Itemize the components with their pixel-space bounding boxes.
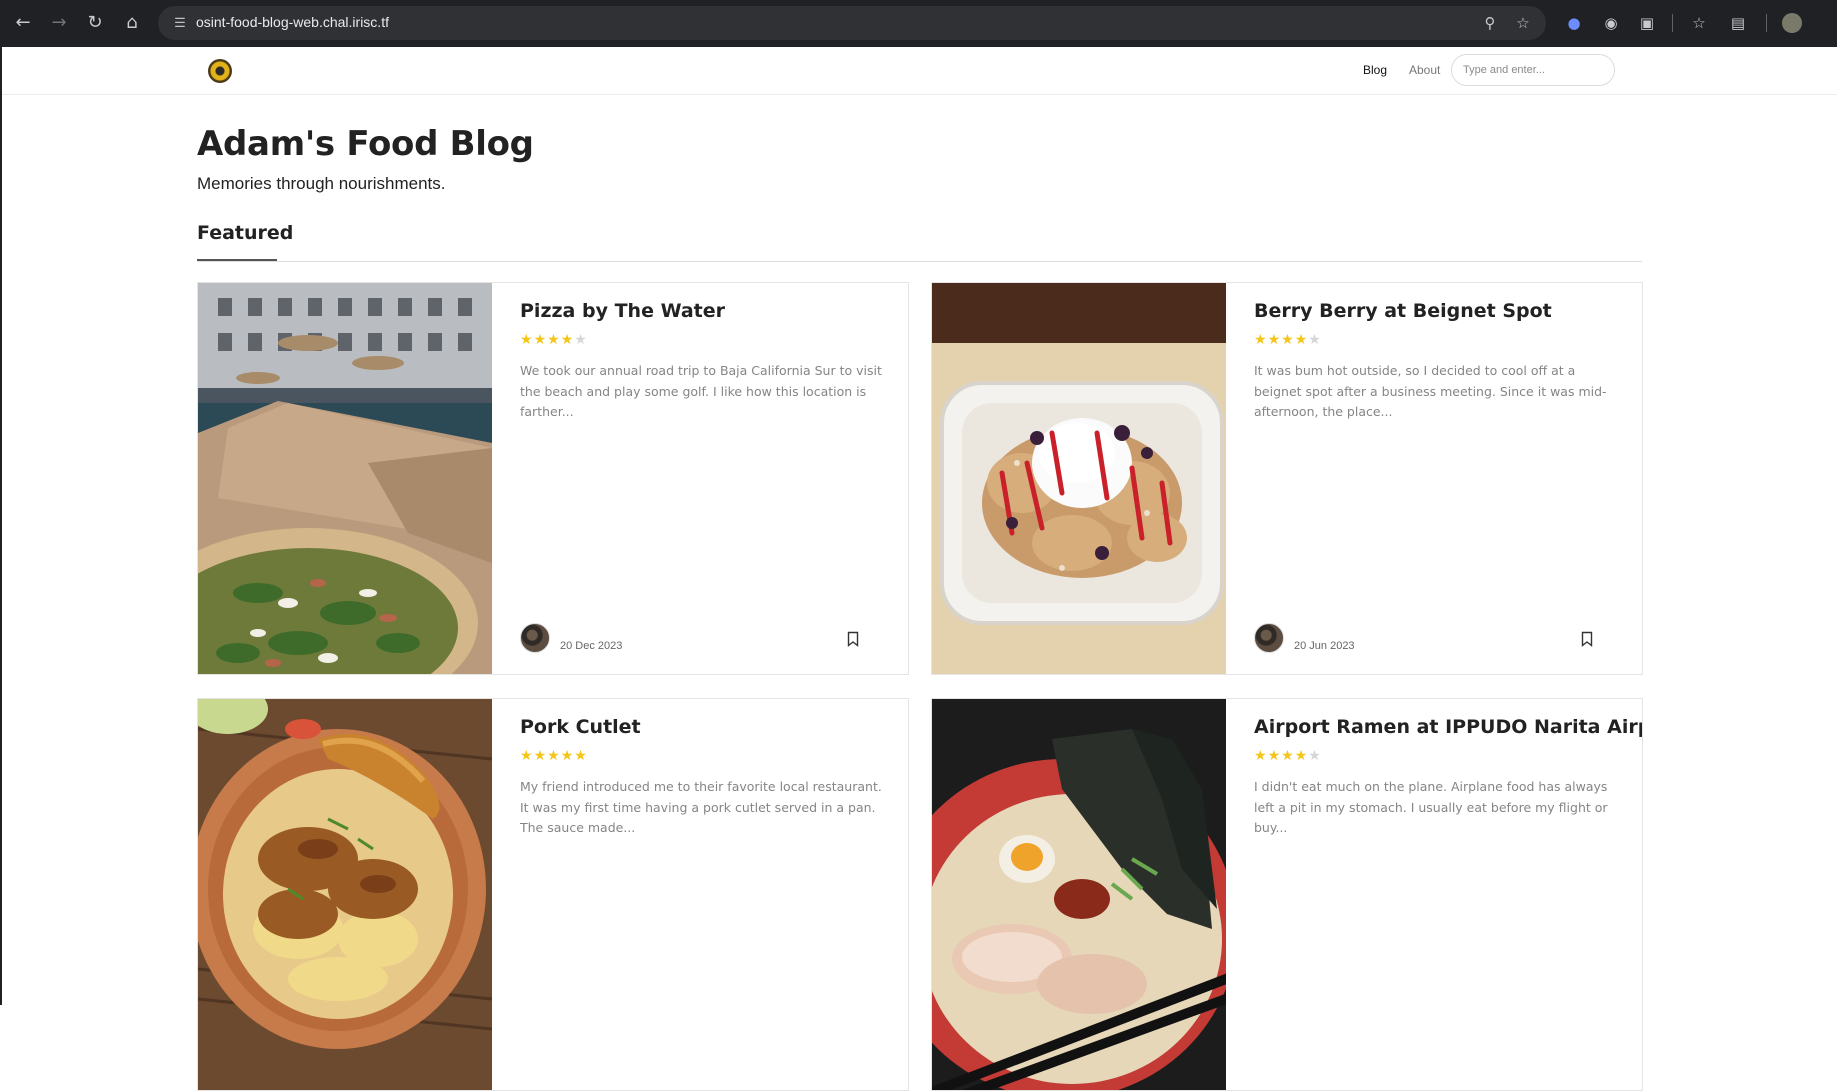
bookmarks-icon[interactable]: ☆ [1688,12,1710,34]
post-image-beignet[interactable] [932,283,1226,674]
rating-stars: ★★★★★ [1254,748,1322,764]
nav-about-link[interactable]: About [1409,63,1440,77]
star-icon: ★ [574,332,588,348]
star-icon: ★ [1254,332,1268,348]
post-title[interactable]: Airport Ramen at IPPUDO Narita Airport [1254,716,1642,738]
url-text[interactable]: osint-food-blog-web.chal.irisc.tf [196,14,389,30]
post-date: 20 Jun 2023 [1294,640,1355,652]
rating-stars: ★★★★★ [520,332,588,348]
featured-underline [197,259,277,261]
extension-cookie-icon[interactable]: ◉ [1600,12,1622,34]
star-icon: ★ [1294,748,1309,764]
post-image-ramen[interactable] [932,699,1226,1090]
zoom-icon[interactable]: ⚲ [1480,13,1500,33]
star-icon: ★ [520,332,534,348]
post-title[interactable]: Pork Cutlet [520,716,641,738]
rating-stars: ★★★★★ [1254,332,1322,348]
site-logo-icon[interactable] [208,59,232,83]
star-icon: ★ [560,332,575,348]
site-header: Blog About [2,47,1837,95]
page-title: Adam's Food Blog [197,124,534,164]
star-icon: ★ [560,748,575,764]
post-image-pork-cutlet[interactable] [198,699,492,1090]
search-input[interactable] [1451,54,1615,86]
page-subtitle: Memories through nourishments. [197,174,446,193]
rating-stars: ★★★★★ [520,748,588,764]
star-icon: ★ [1308,748,1322,764]
post-excerpt: My friend introduced me to their favorit… [520,779,882,835]
star-icon: ★ [1281,332,1295,348]
address-bar[interactable]: ☰ osint-food-blog-web.chal.irisc.tf ⚲ ☆ [158,6,1546,40]
star-icon: ★ [1267,748,1282,764]
browser-toolbar: ← → ↻ ⌂ ☰ osint-food-blog-web.chal.irisc… [0,0,1837,47]
star-icon: ★ [547,332,561,348]
back-icon[interactable]: ← [11,11,35,35]
star-icon: ★ [1254,748,1268,764]
translate-icon[interactable]: ▤ [1727,12,1749,34]
post-excerpt: I didn't eat much on the plane. Airplane… [1254,779,1608,835]
extensions-puzzle-icon[interactable]: ▣ [1636,12,1658,34]
profile-avatar-icon[interactable] [1782,13,1802,33]
nav-blog-link[interactable]: Blog [1363,63,1387,77]
reload-icon[interactable]: ↻ [83,11,107,35]
post-excerpt: It was bum hot outside, so I decided to … [1254,363,1607,419]
author-avatar[interactable] [1254,623,1284,653]
star-icon: ★ [533,332,548,348]
post-title[interactable]: Pizza by The Water [520,300,725,322]
bookmark-star-icon[interactable]: ☆ [1513,13,1533,33]
extension-drop-icon[interactable]: ● [1563,12,1585,34]
bookmark-icon[interactable] [847,631,859,647]
home-icon[interactable]: ⌂ [120,11,144,35]
featured-heading: Featured [197,222,294,244]
post-excerpt: We took our annual road trip to Baja Cal… [520,363,882,419]
star-icon: ★ [1267,332,1282,348]
star-icon: ★ [574,748,588,764]
star-icon: ★ [1294,332,1309,348]
post-title[interactable]: Berry Berry at Beignet Spot [1254,300,1552,322]
post-card[interactable]: Pork Cutlet ★★★★★ My friend introduced m… [197,698,909,1091]
forward-icon[interactable]: → [47,11,71,35]
bookmark-icon[interactable] [1581,631,1593,647]
star-icon: ★ [533,748,548,764]
site-info-icon[interactable]: ☰ [170,13,190,33]
star-icon: ★ [547,748,561,764]
featured-divider [197,261,1642,262]
post-image-pizza[interactable] [198,283,492,674]
post-date: 20 Dec 2023 [560,640,623,652]
author-avatar[interactable] [520,623,550,653]
post-card[interactable]: Airport Ramen at IPPUDO Narita Airport ★… [931,698,1643,1091]
post-card[interactable]: Berry Berry at Beignet Spot ★★★★★ It was… [931,282,1643,675]
star-icon: ★ [1281,748,1295,764]
star-icon: ★ [1308,332,1322,348]
star-icon: ★ [520,748,534,764]
post-card[interactable]: Pizza by The Water ★★★★★ We took our ann… [197,282,909,675]
